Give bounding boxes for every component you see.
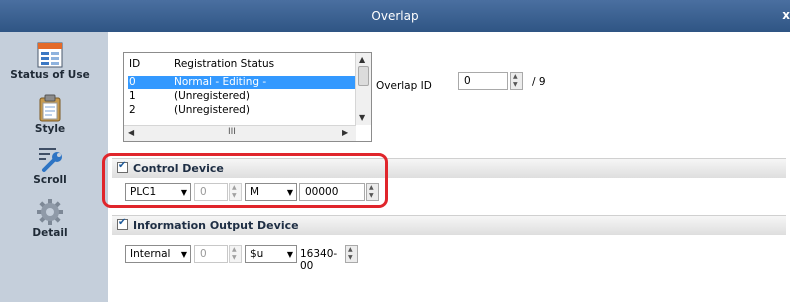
info-connection-select[interactable]: Internal ▼ xyxy=(125,245,191,263)
style-clipboard-icon xyxy=(39,94,61,122)
info-device-type-select[interactable]: $u ▼ xyxy=(245,245,297,263)
scroll-right-icon[interactable]: ▶ xyxy=(342,128,348,137)
row-status: Normal - Editing - xyxy=(174,76,267,88)
info-port-input: 0 xyxy=(194,245,228,263)
list-item[interactable]: 1 (Unregistered) xyxy=(128,90,356,103)
info-output-device-header: Information Output Device xyxy=(112,215,786,235)
sidebar-item-label: Status of Use xyxy=(10,69,90,81)
scroll-wrench-icon xyxy=(39,148,62,172)
status-of-use-icon xyxy=(37,42,63,68)
overlap-id-input[interactable]: 0 xyxy=(458,72,508,90)
scroll-thumb[interactable] xyxy=(358,66,369,86)
list-header: ID Registration Status xyxy=(128,57,356,72)
vertical-scrollbar[interactable]: ▲ ▼ xyxy=(355,53,371,125)
sidebar: Status of Use Style Scroll Detail xyxy=(0,32,109,302)
row-status: (Unregistered) xyxy=(174,90,250,102)
info-output-device-label: Information Output Device xyxy=(133,219,299,232)
row-id: 0 xyxy=(129,76,136,88)
sidebar-item-label: Detail xyxy=(32,227,68,239)
scroll-left-icon[interactable]: ◀ xyxy=(128,128,134,137)
sidebar-item-status-of-use[interactable]: Status of Use xyxy=(0,42,100,81)
window-title: Overlap xyxy=(371,9,419,23)
row-id: 1 xyxy=(129,90,136,102)
sidebar-item-label: Style xyxy=(34,123,66,135)
overlap-id-stepper[interactable] xyxy=(510,72,523,90)
info-address-stepper[interactable] xyxy=(345,245,358,263)
info-output-device-checkbox[interactable] xyxy=(117,217,128,230)
sidebar-item-scroll[interactable]: Scroll xyxy=(0,145,100,186)
chevron-down-icon: ▼ xyxy=(286,250,293,259)
scroll-up-icon[interactable]: ▲ xyxy=(359,55,365,64)
scroll-down-icon[interactable]: ▼ xyxy=(359,113,365,122)
main-content: ID Registration Status 0 Normal - Editin… xyxy=(102,32,790,302)
scroll-thumb-grip[interactable]: III xyxy=(228,127,236,137)
list-item[interactable]: 2 (Unregistered) xyxy=(128,104,356,117)
title-bar: Overlap x xyxy=(0,0,790,32)
info-address-input[interactable]: 16340-00 xyxy=(299,245,345,272)
list-item[interactable]: 0 Normal - Editing - xyxy=(128,76,356,89)
highlight-annotation xyxy=(102,153,388,208)
horizontal-scrollbar[interactable]: ◀ III ▶ xyxy=(124,125,356,141)
registration-list[interactable]: ID Registration Status 0 Normal - Editin… xyxy=(123,52,372,142)
row-status: (Unregistered) xyxy=(174,104,250,116)
overlap-id-max-label: / 9 xyxy=(532,76,546,88)
sidebar-item-label: Scroll xyxy=(33,174,67,186)
info-port-stepper xyxy=(229,245,242,263)
overlap-id-label: Overlap ID xyxy=(376,80,432,92)
column-header-status: Registration Status xyxy=(174,58,275,70)
column-header-id: ID xyxy=(129,58,141,70)
detail-gear-icon xyxy=(37,199,63,225)
sidebar-item-style[interactable]: Style xyxy=(0,94,100,135)
row-id: 2 xyxy=(129,104,136,116)
sidebar-item-detail[interactable]: Detail xyxy=(0,198,100,239)
close-icon[interactable]: x xyxy=(782,8,790,22)
chevron-down-icon: ▼ xyxy=(180,250,187,259)
